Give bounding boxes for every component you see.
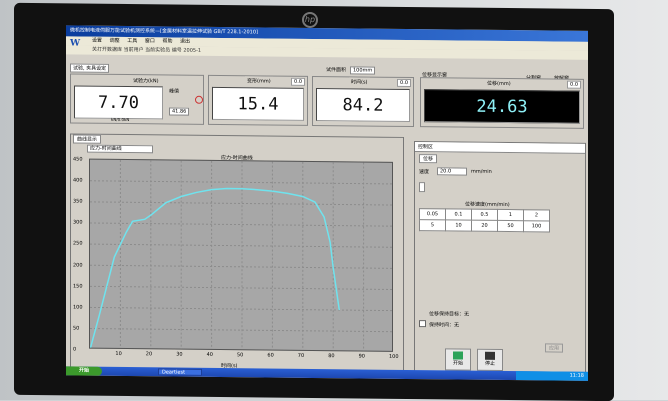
- speed-grid: 0.05 0.1 0.5 1 2 5 10 20 50 100: [419, 208, 550, 232]
- y-tick-labels: [71, 134, 403, 137]
- speed-slider-handle[interactable]: [419, 182, 425, 193]
- displacement-display: 位移(mm) 0.0 24.63: [420, 77, 584, 129]
- speed-grid-title: 位移速度(mm/min): [465, 201, 510, 209]
- displacement-value: 24.63: [424, 89, 580, 124]
- x-tick-label: 60: [267, 352, 274, 359]
- speed-option[interactable]: 0.5: [471, 209, 498, 221]
- force-display: 试验力(kN) 7.70 峰值 41.86 kN/0.0kN: [70, 73, 204, 125]
- speed-option[interactable]: 50: [497, 220, 524, 232]
- y-tick-label: 450: [73, 156, 83, 163]
- menu-item-exit[interactable]: 退出: [180, 39, 190, 45]
- menu-item-tools[interactable]: 工具: [127, 38, 137, 44]
- start-button[interactable]: 开始: [445, 348, 471, 371]
- x-tick-label: 70: [297, 352, 305, 359]
- time-small: 0.0: [397, 78, 411, 88]
- start-menu-button[interactable]: 开始: [66, 366, 102, 376]
- menu-item-settings[interactable]: 设置: [92, 38, 102, 44]
- deform-display: 变形(mm) 0.0 15.4: [208, 74, 308, 126]
- x-tick-label: 100: [389, 353, 399, 360]
- speed-option[interactable]: 1: [497, 209, 524, 221]
- specimen-area-input[interactable]: 100mm: [350, 66, 376, 75]
- control-header: 控制区: [415, 142, 585, 154]
- y-tick-label: 100: [73, 304, 83, 311]
- force-label: 试验力(kN): [131, 76, 161, 86]
- y-tick-label: 150: [73, 283, 83, 290]
- displacement-label: 位移(mm): [487, 80, 511, 88]
- hold-checkbox[interactable]: [419, 320, 426, 328]
- x-tick-label: 10: [115, 350, 122, 357]
- taskbar-item[interactable]: Deartiest: [158, 368, 202, 376]
- deform-label: 变形(mm): [245, 76, 273, 86]
- x-tick-label: 20: [145, 351, 153, 358]
- limit-label: 位移保持目标：无: [429, 311, 470, 318]
- force-value: 7.70: [74, 85, 163, 120]
- stop-button-label: 停止: [484, 360, 495, 367]
- force-sub: kN/0.0kN: [111, 116, 130, 123]
- speed-input[interactable]: 20.0: [437, 167, 467, 176]
- menu-item-help[interactable]: 帮助: [162, 38, 172, 44]
- speed-option[interactable]: 20: [471, 220, 498, 232]
- menu-item-adjust[interactable]: 调整: [110, 38, 120, 44]
- y-tick-label: 400: [73, 177, 83, 184]
- y-tick-label: 200: [73, 262, 83, 269]
- apply-button[interactable]: 应用: [545, 343, 564, 353]
- x-tick-label: 90: [358, 353, 365, 360]
- speed-label: 速度: [419, 169, 430, 176]
- curve-select[interactable]: 应力-时间曲线: [87, 144, 153, 154]
- specimen-area-label: 试件面积: [326, 67, 347, 74]
- speed-option[interactable]: 5: [419, 219, 446, 231]
- stress-time-plot: [89, 158, 393, 352]
- peak-value: 41.86: [169, 107, 190, 116]
- chart-window: 曲线显示 应力-时间曲线 应力-时间曲线 时间(s) 450 400 350 300 2…: [70, 133, 404, 373]
- speed-option[interactable]: 0.1: [445, 208, 472, 221]
- hold-label: 保持时间：无: [429, 322, 460, 329]
- chart-window-tab[interactable]: 曲线显示: [73, 134, 102, 144]
- y-tick-label: 350: [73, 198, 83, 205]
- control-panel: 控制区 位移 速度 20.0 mm/min 位移速度(mm/min) 0.05 …: [414, 141, 586, 375]
- app-logo-icon: W: [70, 38, 81, 49]
- x-tick-label: 30: [176, 351, 183, 358]
- speed-option[interactable]: 0.05: [419, 208, 446, 220]
- time-label: 时间(s): [349, 77, 370, 87]
- speed-option[interactable]: 2: [523, 209, 550, 221]
- y-tick-label: 50: [73, 325, 80, 332]
- x-tick-label: 80: [328, 353, 335, 360]
- mode-tab[interactable]: 位移: [419, 154, 438, 164]
- taskbar-clock: 11:18: [516, 371, 588, 381]
- x-tick-labels: [71, 134, 403, 137]
- speed-unit: mm/min: [471, 168, 492, 175]
- monitor-bezel: hp 微机控制电液伺服万能试验机测控系统—[金属材料室温拉伸试验 GB/T 22…: [14, 2, 614, 401]
- speed-option[interactable]: 100: [523, 220, 550, 232]
- displacement-small: 0.0: [567, 80, 581, 89]
- start-button-label: 开始: [452, 360, 463, 367]
- y-tick-label: 0: [73, 346, 77, 353]
- refresh-icon[interactable]: [195, 95, 203, 104]
- x-tick-label: 50: [237, 352, 244, 359]
- time-display: 时间(s) 0.0 84.2: [312, 75, 414, 128]
- stop-icon: [485, 351, 495, 360]
- stress-curve: [89, 187, 341, 350]
- y-tick-label: 300: [73, 219, 83, 226]
- x-tick-label: 40: [206, 351, 213, 358]
- menu-item-window[interactable]: 窗口: [145, 38, 155, 44]
- time-value: 84.2: [316, 88, 410, 123]
- start-icon: [453, 351, 463, 360]
- app-screen: 微机控制电液伺服万能试验机测控系统—[金属材料室温拉伸试验 GB/T 228.1…: [66, 25, 588, 381]
- y-tick-label: 250: [73, 240, 83, 248]
- hp-logo-icon: hp: [302, 11, 318, 29]
- speed-option[interactable]: 10: [445, 219, 472, 232]
- stop-button[interactable]: 停止: [477, 348, 503, 371]
- specimen-tab[interactable]: 试验, 夹具设定: [70, 63, 110, 73]
- deform-small: 0.0: [291, 77, 305, 86]
- deform-value: 15.4: [212, 86, 304, 121]
- peak-label: 峰值: [169, 88, 180, 95]
